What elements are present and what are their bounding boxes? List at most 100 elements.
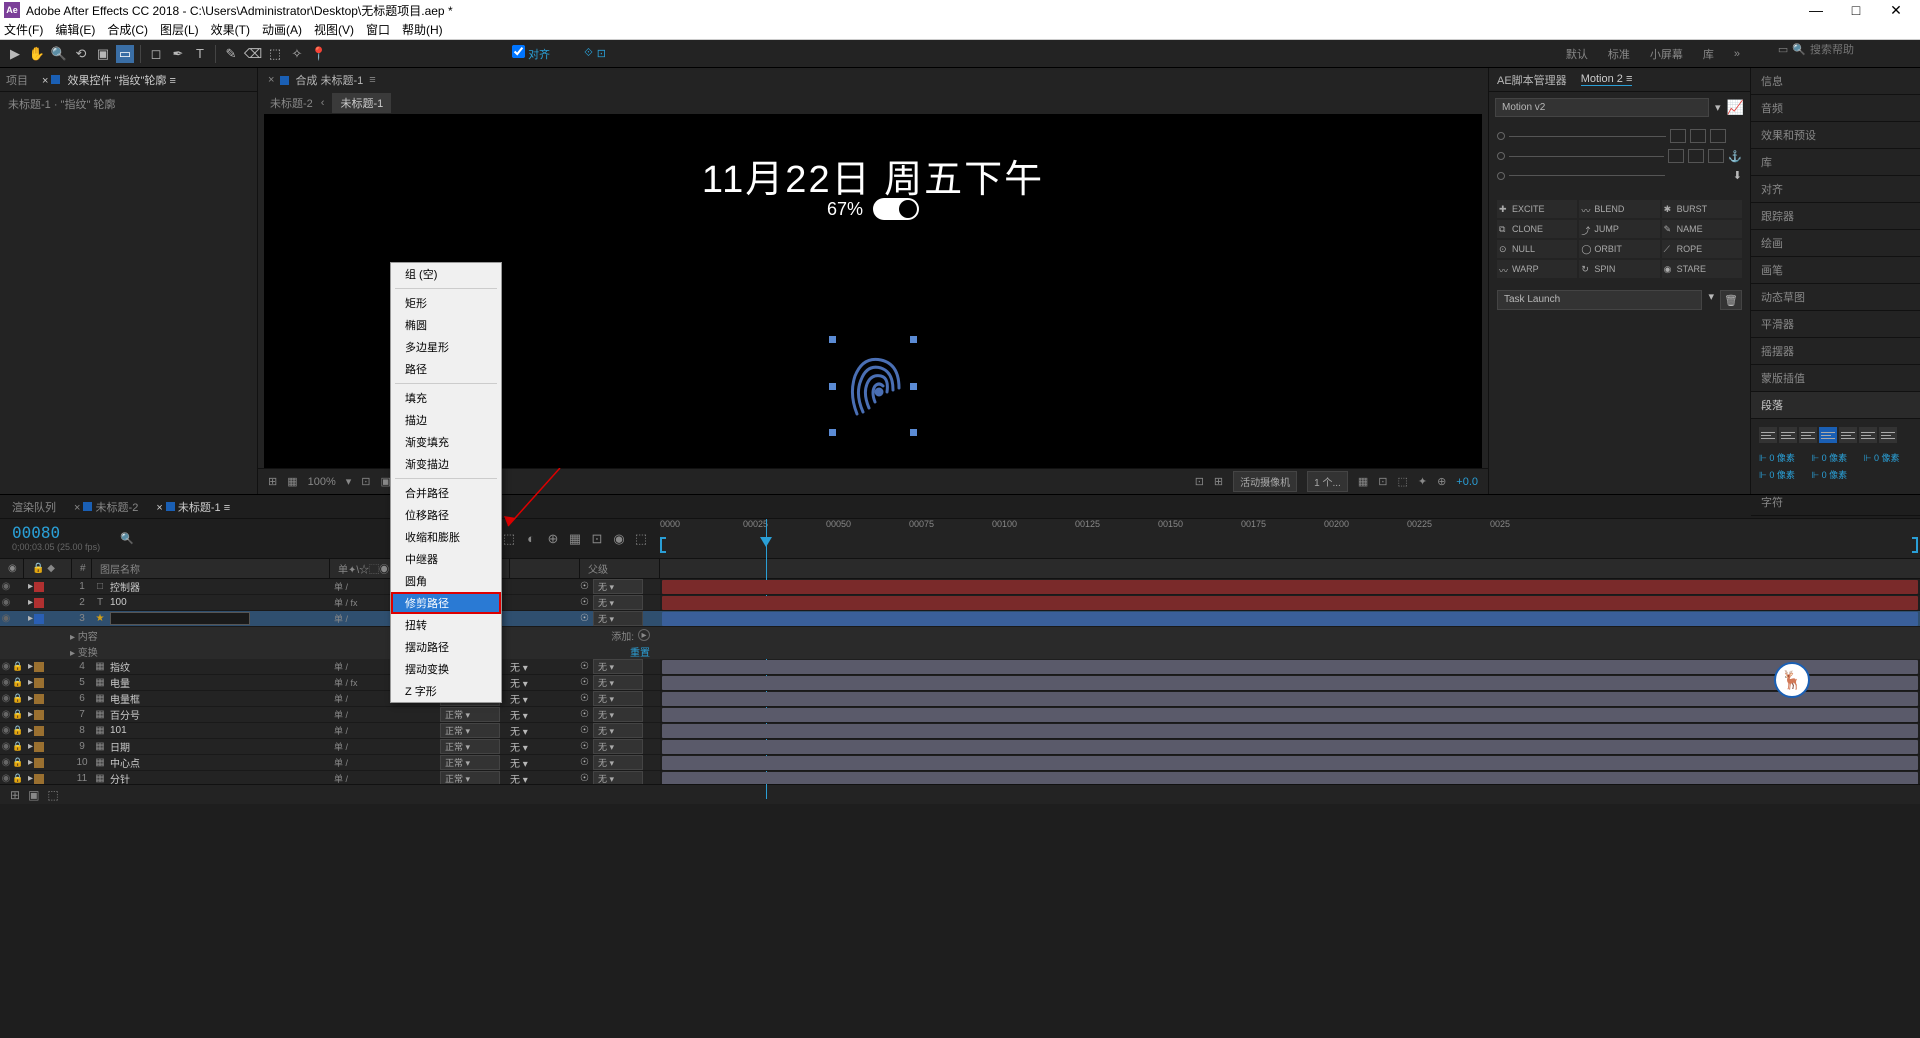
vf-icon8[interactable]: ⊡ [1378, 475, 1387, 488]
ctx-item[interactable]: 描边 [391, 409, 501, 431]
task-delete-button[interactable]: 🗑 [1720, 290, 1742, 310]
motion-warp-button[interactable]: 〰WARP [1497, 260, 1577, 278]
motion-excite-button[interactable]: ✚EXCITE [1497, 200, 1577, 218]
maximize-button[interactable]: □ [1836, 0, 1876, 20]
hand-tool-icon[interactable]: ✋ [28, 45, 46, 63]
menu-item[interactable]: 效果(T) [211, 21, 250, 38]
timeline-tab[interactable]: 渲染队列 [12, 499, 56, 515]
tlf-icon1[interactable]: ⊞ [10, 788, 20, 802]
align-button[interactable] [1839, 427, 1857, 443]
ctx-item[interactable]: Z 字形 [391, 680, 501, 702]
motion-orbit-button[interactable]: ◯ORBIT [1579, 240, 1659, 258]
breadcrumb-1[interactable]: 未标题-2 [270, 95, 313, 111]
tl-icon-5[interactable]: ⊡ [588, 530, 606, 548]
layer-row[interactable]: ◉🔒▸9▦日期单 /正常 ▾无 ▾☉ 无 ▾ [0, 739, 1920, 755]
ctx-item[interactable]: 路径 [391, 358, 501, 380]
ctx-item[interactable]: 填充 [391, 387, 501, 409]
layer-row[interactable]: ◉🔒▸5▦电量单 / fx正常 ▾无 ▾☉ 无 ▾ [0, 675, 1920, 691]
vf-icon10[interactable]: ✦ [1418, 475, 1427, 488]
ctx-item[interactable]: 矩形 [391, 292, 501, 314]
vf-icon7[interactable]: ▦ [1358, 475, 1368, 488]
snap-icon1[interactable]: ⟐ [584, 47, 593, 60]
timeline-tab[interactable]: × 未标题-1 ≡ [156, 499, 230, 515]
motion-name-button[interactable]: ✎NAME [1662, 220, 1742, 238]
ctx-item[interactable]: 圆角 [391, 570, 501, 592]
motion-graph-icon[interactable]: 📈 [1727, 99, 1744, 116]
motion-blend-button[interactable]: 〰BLEND [1579, 200, 1659, 218]
vf-icon6[interactable]: ⊞ [1214, 475, 1223, 488]
layer-sub-row[interactable]: ▸ 变换重置 [0, 643, 1920, 659]
menu-item[interactable]: 编辑(E) [55, 21, 95, 38]
tl-icon-2[interactable]: ◐ [522, 530, 540, 548]
workspace-tab[interactable]: 默认 [1566, 46, 1588, 62]
ctx-item[interactable]: 摆动路径 [391, 636, 501, 658]
ctx-item[interactable]: 扭转 [391, 614, 501, 636]
align-button[interactable] [1799, 427, 1817, 443]
camera-tool-icon[interactable]: ▣ [94, 45, 112, 63]
motion-burst-button[interactable]: ✱BURST [1662, 200, 1742, 218]
work-area-start[interactable] [660, 537, 666, 553]
align-button[interactable] [1859, 427, 1877, 443]
ctx-item[interactable]: 位移路径 [391, 504, 501, 526]
breadcrumb-2[interactable]: 未标题-1 [332, 93, 391, 113]
panel-section[interactable]: 绘画 [1751, 230, 1920, 257]
align-button[interactable] [1759, 427, 1777, 443]
timeline-tab[interactable]: × 未标题-2 [74, 499, 138, 515]
vf-icon3[interactable]: ⊡ [361, 475, 370, 488]
shape-add-context-menu[interactable]: 组 (空)矩形椭圆多边星形路径填充描边渐变填充渐变描边合并路径位移路径收缩和膨胀… [390, 262, 502, 703]
panel-section[interactable]: 画笔 [1751, 257, 1920, 284]
anchor-icon[interactable]: ⚓ [1728, 150, 1742, 163]
project-tab[interactable]: 项目 [6, 72, 28, 88]
layer-row[interactable]: ◉🔒▸8▦101单 /正常 ▾无 ▾☉ 无 ▾ [0, 723, 1920, 739]
motion-spin-button[interactable]: ↻SPIN [1579, 260, 1659, 278]
layer-row[interactable]: ◉🔒▸11▦分针单 /正常 ▾无 ▾☉ 无 ▾ [0, 771, 1920, 784]
layer-name-input[interactable] [110, 612, 250, 625]
tlf-icon3[interactable]: ⬚ [47, 788, 58, 802]
vf-icon11[interactable]: ⊕ [1437, 475, 1446, 488]
ctx-item[interactable]: 中继器 [391, 548, 501, 570]
zoom-tool-icon[interactable]: 🔍 [50, 45, 68, 63]
ctx-item[interactable]: 组 (空) [391, 263, 501, 285]
work-area-end[interactable] [1912, 537, 1918, 553]
ctx-item[interactable]: 摆动变换 [391, 658, 501, 680]
align-button[interactable] [1779, 427, 1797, 443]
layer-row[interactable]: ◉🔒▸7▦百分号单 /正常 ▾无 ▾☉ 无 ▾ [0, 707, 1920, 723]
panel-section[interactable]: 库 [1751, 149, 1920, 176]
align-button[interactable] [1879, 427, 1897, 443]
ctx-item[interactable]: 收缩和膨胀 [391, 526, 501, 548]
tl-icon-6[interactable]: ◉ [610, 530, 628, 548]
tl-icon-3[interactable]: ⊕ [544, 530, 562, 548]
panel-section[interactable]: 效果和预设 [1751, 122, 1920, 149]
ctx-item[interactable]: 多边星形 [391, 336, 501, 358]
slider-1[interactable] [1509, 136, 1666, 137]
help-search[interactable]: ▭ 🔍 [1778, 43, 1910, 56]
ctx-item[interactable]: 渐变描边 [391, 453, 501, 475]
menu-item[interactable]: 动画(A) [262, 21, 302, 38]
brush-tool-icon[interactable]: ✎ [222, 45, 240, 63]
rect-tool-icon[interactable]: ▭ [116, 45, 134, 63]
motion-clone-button[interactable]: ⧉CLONE [1497, 220, 1577, 238]
search-input[interactable] [1810, 44, 1910, 56]
panel-section[interactable]: 段落 [1751, 392, 1920, 419]
task-launch-select[interactable]: Task Launch [1497, 290, 1702, 310]
download-icon[interactable]: ⬇ [1733, 169, 1742, 182]
snap-checkbox[interactable] [512, 45, 525, 58]
motion-rope-button[interactable]: ⟋ROPE [1662, 240, 1742, 258]
ctx-item[interactable]: 修剪路径 [391, 592, 501, 614]
fingerprint-selection[interactable] [837, 344, 909, 428]
pen-tool-icon[interactable]: ✒ [169, 45, 187, 63]
layer-sub-row[interactable]: ▸ 内容添加: ▸ [0, 627, 1920, 643]
layer-row[interactable]: ◉🔒▸4▦指纹单 /正常 ▾无 ▾☉ 无 ▾ [0, 659, 1920, 675]
vf-icon2[interactable]: ▦ [287, 475, 297, 488]
comp-tab-label[interactable]: 合成 未标题-1 [295, 72, 363, 88]
roto-tool-icon[interactable]: ✧ [288, 45, 306, 63]
workspace-tab[interactable]: 标准 [1608, 46, 1630, 62]
col-parent[interactable]: 父级 [580, 559, 660, 578]
panel-section[interactable]: 蒙版插值 [1751, 365, 1920, 392]
tl-icon-7[interactable]: ⬚ [632, 530, 650, 548]
ctx-item[interactable]: 合并路径 [391, 482, 501, 504]
menubar[interactable]: 文件(F)编辑(E)合成(C)图层(L)效果(T)动画(A)视图(V)窗口帮助(… [0, 20, 1920, 40]
exposure-value[interactable]: +0.0 [1456, 476, 1478, 488]
selection-tool-icon[interactable]: ▶ [6, 45, 24, 63]
slider-3[interactable] [1509, 175, 1665, 176]
